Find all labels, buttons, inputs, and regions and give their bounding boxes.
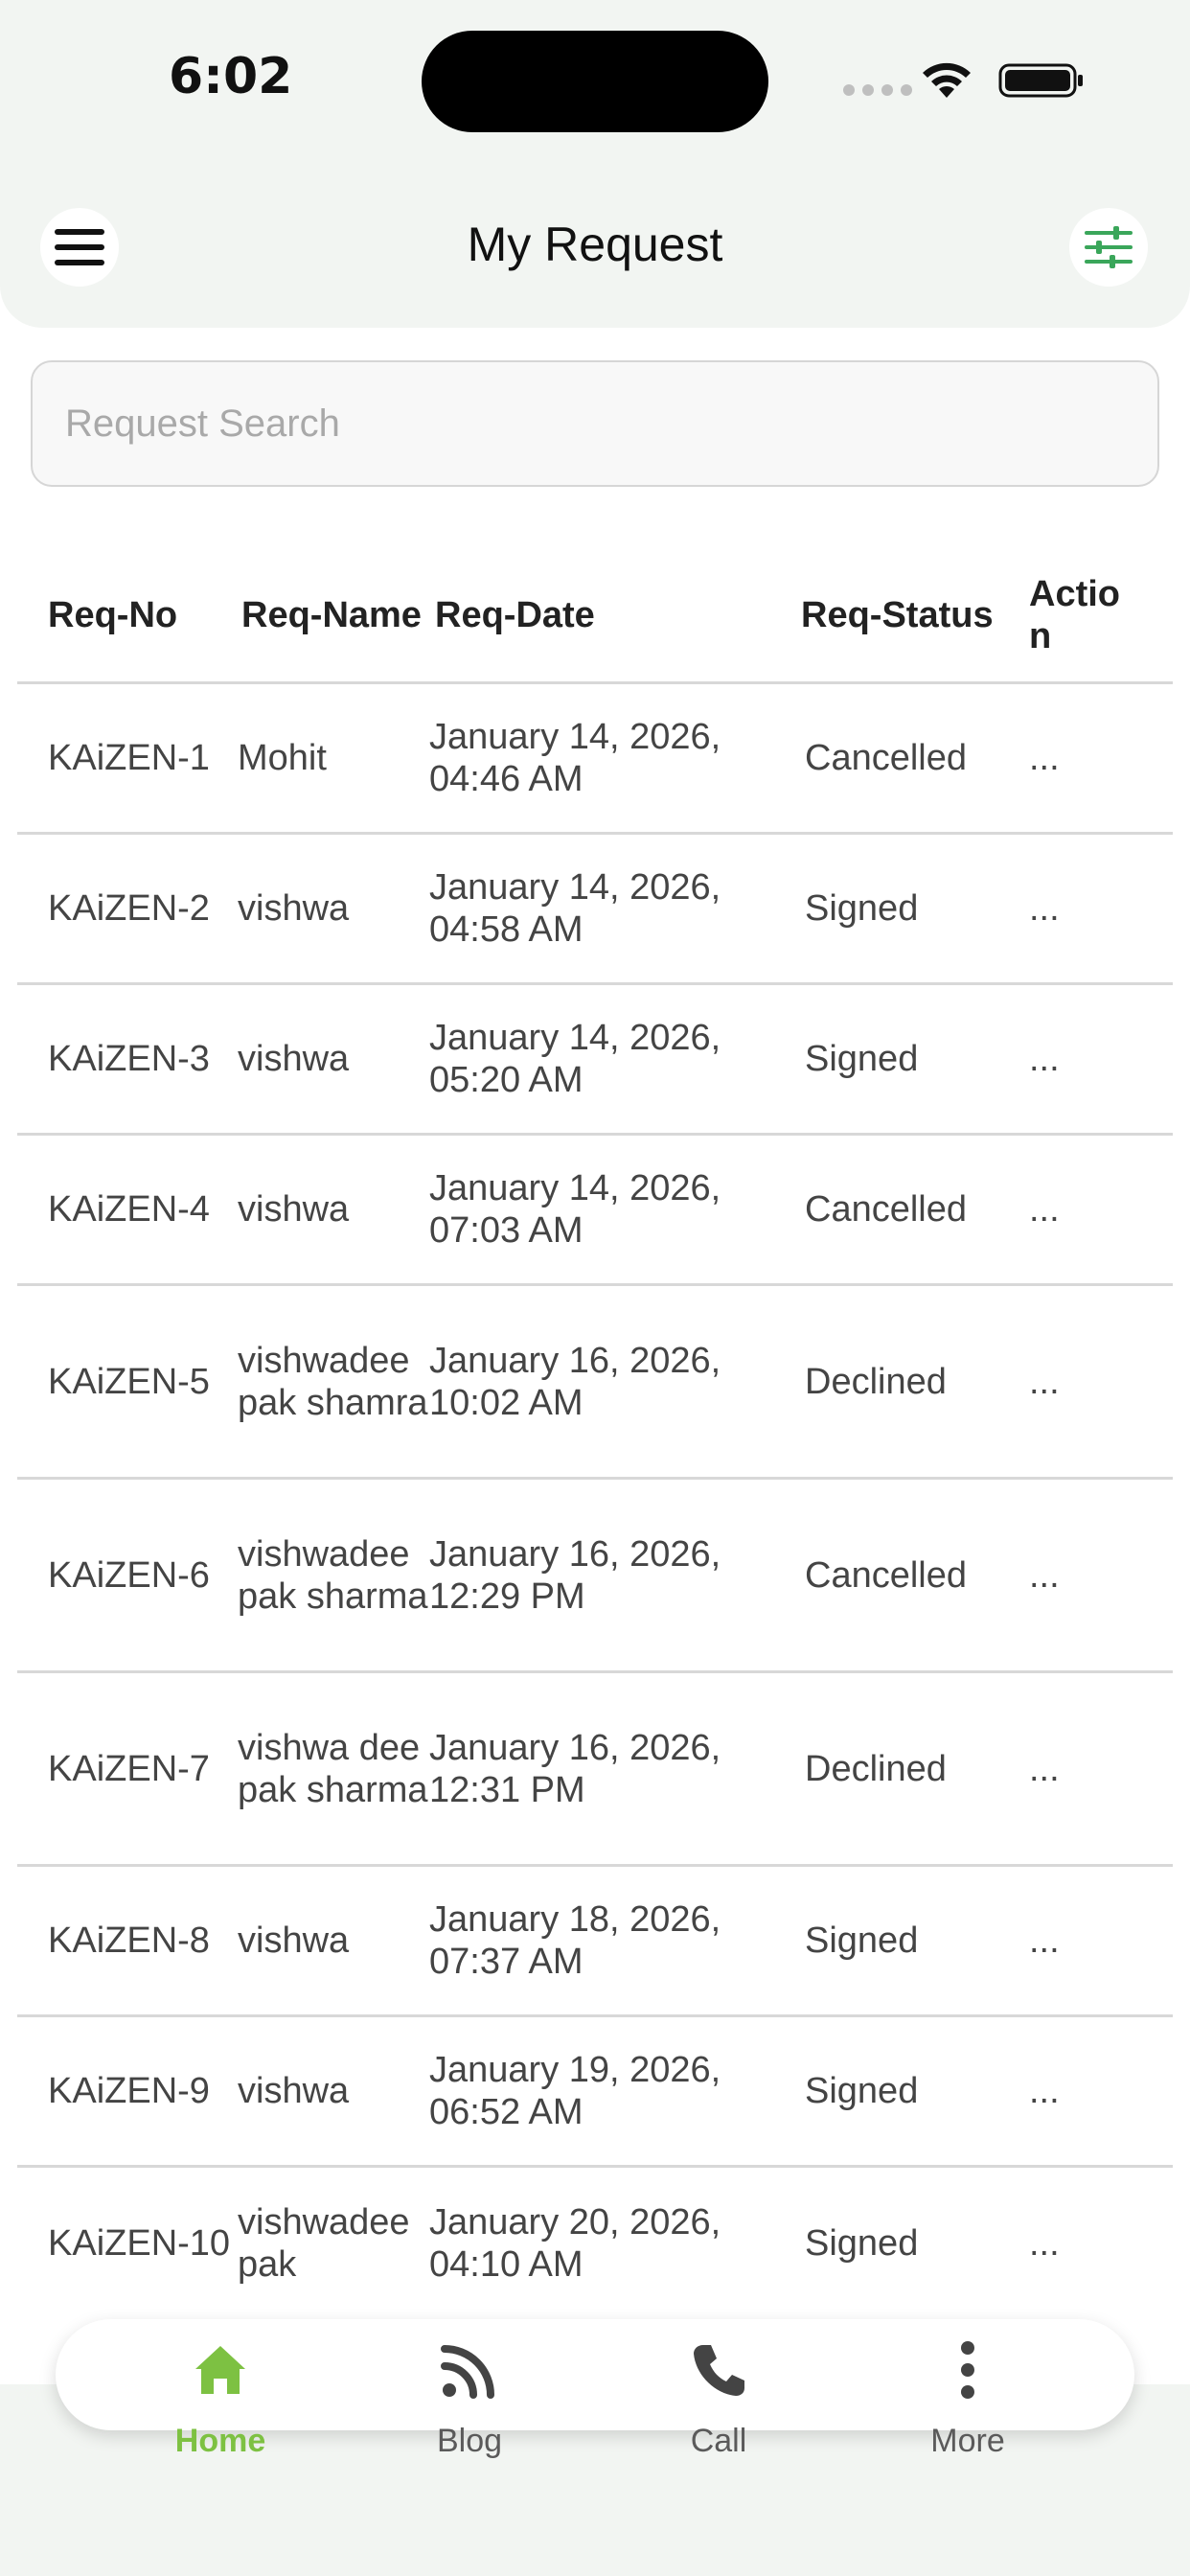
row-action-button[interactable]: ... <box>1029 1673 1144 1864</box>
home-icon <box>189 2338 252 2402</box>
cell-req-date: January 20, 2026, 04:10 AM <box>429 2201 721 2285</box>
cell-req-no: KAiZEN-2 <box>48 888 210 929</box>
cell-req-status: Declined <box>805 1748 947 1789</box>
nav-blog-label: Blog <box>436 2423 503 2459</box>
filter-sliders-icon <box>1085 226 1133 268</box>
row-action-button[interactable]: ... <box>1029 2017 1144 2165</box>
cellular-signal-icon <box>843 84 912 96</box>
cell-req-no: KAiZEN-8 <box>48 1920 210 1961</box>
table-row[interactable]: KAiZEN-2 vishwa January 14, 2026, 04:58 … <box>17 835 1173 985</box>
wifi-icon <box>923 62 971 98</box>
cell-req-status: Cancelled <box>805 1554 967 1596</box>
table-row[interactable]: KAiZEN-7 vishwa deepak sharma January 16… <box>17 1673 1173 1867</box>
nav-blog[interactable]: Blog <box>374 2338 565 2482</box>
row-action-button[interactable]: ... <box>1029 835 1144 982</box>
cell-req-status: Declined <box>805 1361 947 1402</box>
cell-req-name: Mohit <box>238 738 327 778</box>
cell-req-status: Signed <box>805 2071 919 2111</box>
nav-home-label: Home <box>174 2423 266 2459</box>
cell-req-date: January 14, 2026, 05:20 AM <box>429 1018 721 1100</box>
header-req-name[interactable]: Req-Name <box>241 546 433 684</box>
cell-req-status: Signed <box>805 2222 919 2264</box>
table-row[interactable]: KAiZEN-10 vishwadeepak January 20, 2026,… <box>17 2168 1173 2318</box>
nav-home[interactable]: Home <box>125 2338 316 2482</box>
nav-call[interactable]: Call <box>623 2338 814 2482</box>
table-row[interactable]: KAiZEN-5 vishwadeepak shamra January 16,… <box>17 1286 1173 1480</box>
cell-req-status: Cancelled <box>805 738 967 778</box>
cell-req-no: KAiZEN-9 <box>48 2071 210 2111</box>
cell-req-status: Cancelled <box>805 1189 967 1230</box>
cell-req-no: KAiZEN-4 <box>48 1189 210 1230</box>
phone-icon <box>687 2338 750 2402</box>
header-req-date[interactable]: Req-Date <box>435 546 799 684</box>
search-input[interactable] <box>33 362 1157 485</box>
my-request-screen: 6:02 My Request Request Search Req-No Re… <box>0 0 1190 2576</box>
row-action-button[interactable]: ... <box>1029 684 1144 832</box>
cell-req-status: Signed <box>805 888 919 929</box>
cell-req-date: January 16, 2026, 12:29 PM <box>429 1533 721 1617</box>
status-time: 6:02 <box>169 48 293 105</box>
rss-icon <box>438 2338 501 2402</box>
table-row[interactable]: KAiZEN-3 vishwa January 14, 2026, 05:20 … <box>17 985 1173 1136</box>
cell-req-date: January 16, 2026, 10:02 AM <box>429 1340 721 1423</box>
more-vertical-icon <box>936 2338 999 2402</box>
cell-req-no: KAiZEN-7 <box>48 1748 210 1789</box>
cell-req-no: KAiZEN-6 <box>48 1554 210 1596</box>
header-action: Action <box>1029 574 1120 656</box>
cell-req-date: January 19, 2026, 06:52 AM <box>429 2050 721 2132</box>
row-action-button[interactable]: ... <box>1029 2168 1144 2318</box>
dynamic-island <box>422 31 768 132</box>
cell-req-name: vishwadeepak <box>238 2201 410 2285</box>
cell-req-date: January 16, 2026, 12:31 PM <box>429 1727 721 1810</box>
cell-req-no: KAiZEN-10 <box>48 2222 231 2264</box>
table-row[interactable]: KAiZEN-9 vishwa January 19, 2026, 06:52 … <box>17 2017 1173 2168</box>
cell-req-date: January 18, 2026, 07:37 AM <box>429 1899 721 1982</box>
table-header: Req-No Req-Name Req-Date Req-Status Acti… <box>17 546 1173 684</box>
table-row[interactable]: KAiZEN-6 vishwadeepak sharma January 16,… <box>17 1480 1173 1673</box>
cell-req-name: vishwa <box>238 1039 350 1079</box>
row-action-button[interactable]: ... <box>1029 1867 1144 2014</box>
cell-req-name: vishwa deepak sharma <box>238 1727 428 1810</box>
search-box[interactable] <box>31 360 1159 487</box>
table-row[interactable]: KAiZEN-8 vishwa January 18, 2026, 07:37 … <box>17 1867 1173 2017</box>
cell-req-status: Signed <box>805 1920 919 1961</box>
cell-req-no: KAiZEN-1 <box>48 738 210 778</box>
row-action-button[interactable]: ... <box>1029 985 1144 1133</box>
row-action-button[interactable]: ... <box>1029 1286 1144 1477</box>
cell-req-no: KAiZEN-5 <box>48 1361 210 1402</box>
cell-req-status: Signed <box>805 1039 919 1079</box>
status-icons <box>843 56 1092 104</box>
cell-req-date: January 14, 2026, 07:03 AM <box>429 1168 721 1251</box>
cell-req-name: vishwadeepak shamra <box>238 1340 428 1423</box>
cell-req-name: vishwa <box>238 1920 350 1961</box>
cell-req-name: vishwa <box>238 888 350 929</box>
header-req-status[interactable]: Req-Status <box>801 546 1021 684</box>
cell-req-no: KAiZEN-3 <box>48 1039 210 1079</box>
requests-table: Req-No Req-Name Req-Date Req-Status Acti… <box>17 546 1173 2318</box>
cell-req-name: vishwadeepak sharma <box>238 1533 428 1617</box>
nav-more-label: More <box>930 2423 1005 2459</box>
row-action-button[interactable]: ... <box>1029 1136 1144 1283</box>
nav-call-label: Call <box>690 2423 747 2459</box>
row-action-button[interactable]: ... <box>1029 1480 1144 1670</box>
header-req-no[interactable]: Req-No <box>48 546 240 684</box>
cell-req-name: vishwa <box>238 2071 350 2111</box>
table-row[interactable]: KAiZEN-4 vishwa January 14, 2026, 07:03 … <box>17 1136 1173 1286</box>
filter-button[interactable] <box>1069 208 1148 287</box>
table-row[interactable]: KAiZEN-1 Mohit January 14, 2026, 04:46 A… <box>17 684 1173 835</box>
cell-req-date: January 14, 2026, 04:58 AM <box>429 867 721 950</box>
cell-req-name: vishwa <box>238 1189 350 1230</box>
battery-icon <box>998 63 1083 98</box>
page-title: My Request <box>467 218 723 271</box>
cell-req-date: January 14, 2026, 04:46 AM <box>429 717 721 799</box>
nav-more[interactable]: More <box>872 2338 1064 2482</box>
